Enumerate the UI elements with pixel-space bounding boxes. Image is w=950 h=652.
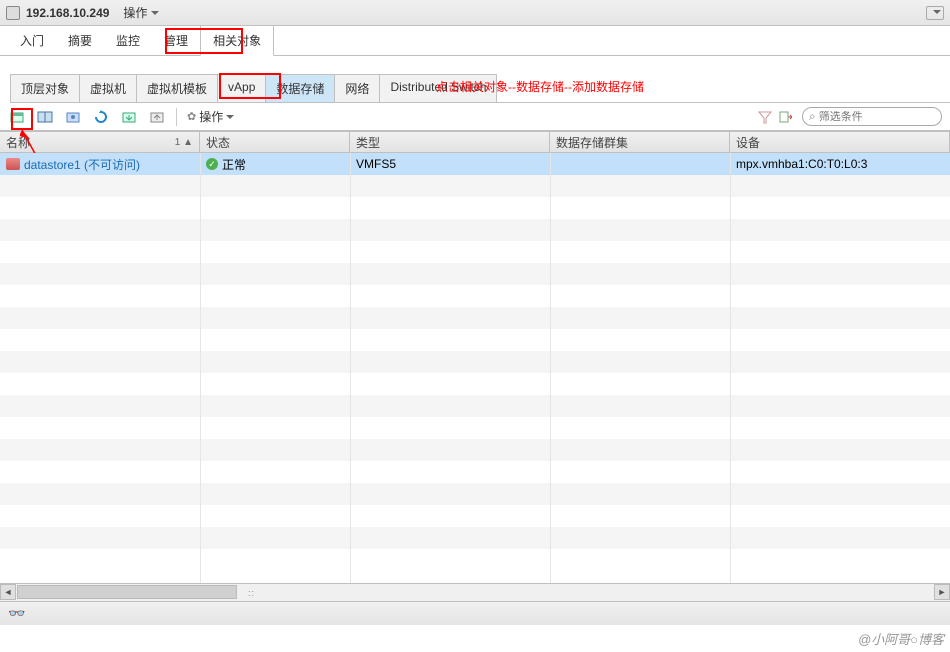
tab-manage[interactable]: 管理 [152,26,200,55]
tab-related-objects[interactable]: 相关对象 [200,25,274,56]
operations-label: 操作 [123,4,147,21]
operations-menu[interactable]: 操作 [123,4,159,21]
title-bar: 192.168.10.249 操作 [0,0,950,26]
col-header-name[interactable]: 名称1 ▲ [0,132,200,152]
table-row [0,351,950,373]
col-header-type[interactable]: 类型 [350,132,550,152]
tab-getting-started[interactable]: 入门 [8,26,56,55]
col-divider [350,153,351,583]
search-input[interactable] [819,111,950,123]
table-row [0,197,950,219]
window-menu-icon[interactable] [926,6,944,20]
scroll-thumb[interactable] [17,585,237,599]
tab-monitor[interactable]: 监控 [104,26,152,55]
table-row [0,527,950,549]
browse-files-button[interactable] [64,108,82,126]
subtab-vm-templates[interactable]: 虚拟机模板 [136,74,218,102]
cell-device: mpx.vmhba1:C0:T0:L0:3 [730,157,950,171]
col-header-device[interactable]: 设备 [730,132,950,152]
table-row [0,505,950,527]
table-row [0,219,950,241]
refresh-button[interactable] [92,108,110,126]
toolbar-separator [176,108,177,126]
register-vm-button[interactable] [36,108,54,126]
table-row [0,307,950,329]
table-row [0,241,950,263]
table-row [0,549,950,571]
subtab-vapp[interactable]: vApp [217,74,266,102]
subtab-vms[interactable]: 虚拟机 [79,74,137,102]
filter-icon[interactable] [758,110,772,124]
subtab-datastores[interactable]: 数据存储 [265,74,335,102]
watermark: @小阿哥○博客 [858,629,944,648]
scroll-grip: :: [248,588,255,598]
add-datastore-button[interactable] [8,108,26,126]
tab-summary[interactable]: 摘要 [56,26,104,55]
col-divider [200,153,201,583]
cell-status: 正常 [222,156,246,173]
annotation-hint-text: 点击相关对象--数据存储--添加数据存储 [435,80,645,96]
table-row [0,373,950,395]
table-row [0,461,950,483]
toolbar: 操作 ⌕ [0,103,950,131]
table-row [0,483,950,505]
cell-type: VMFS5 [350,157,550,171]
col-header-status[interactable]: 状态 [200,132,350,152]
col-divider [730,153,731,583]
search-icon: ⌕ [809,109,816,124]
scroll-left-arrow[interactable]: ◄ [0,584,16,600]
table-row [0,439,950,461]
toolbar-operations-menu[interactable]: 操作 [187,108,234,125]
datastore-icon [6,158,20,170]
cell-name: datastore1 (不可访问) [24,156,140,173]
export-icon[interactable] [778,110,792,124]
subtab-networks[interactable]: 网络 [334,74,380,102]
status-ok-icon: ✓ [206,158,218,170]
table-row [0,175,950,197]
search-box[interactable]: ⌕ [802,107,942,126]
filter-icons [758,110,792,124]
table-row [0,329,950,351]
grid-header: 名称1 ▲ 状态 类型 数据存储群集 设备 [0,131,950,153]
grid-body: datastore1 (不可访问) ✓ 正常 VMFS5 mpx.vmhba1:C… [0,153,950,583]
toolbar-operations-label: 操作 [199,108,223,125]
main-tabs: 入门 摘要 监控 管理 相关对象 [0,26,950,56]
table-row [0,285,950,307]
table-row[interactable]: datastore1 (不可访问) ✓ 正常 VMFS5 mpx.vmhba1:C… [0,153,950,175]
host-ip: 192.168.10.249 [26,6,109,20]
unmount-button[interactable] [148,108,166,126]
sort-indicator: 1 ▲ [175,137,193,148]
table-row [0,263,950,285]
find-icon[interactable]: 👓 [8,605,25,622]
mount-button[interactable] [120,108,138,126]
horizontal-scrollbar[interactable]: ◄ :: ► [0,583,950,601]
footer-bar: 👓 [0,601,950,625]
table-row [0,417,950,439]
subtab-top-objects[interactable]: 顶层对象 [10,74,80,102]
col-divider [550,153,551,583]
host-icon [6,6,20,20]
col-header-cluster[interactable]: 数据存储群集 [550,132,730,152]
table-row [0,395,950,417]
scroll-right-arrow[interactable]: ► [934,584,950,600]
